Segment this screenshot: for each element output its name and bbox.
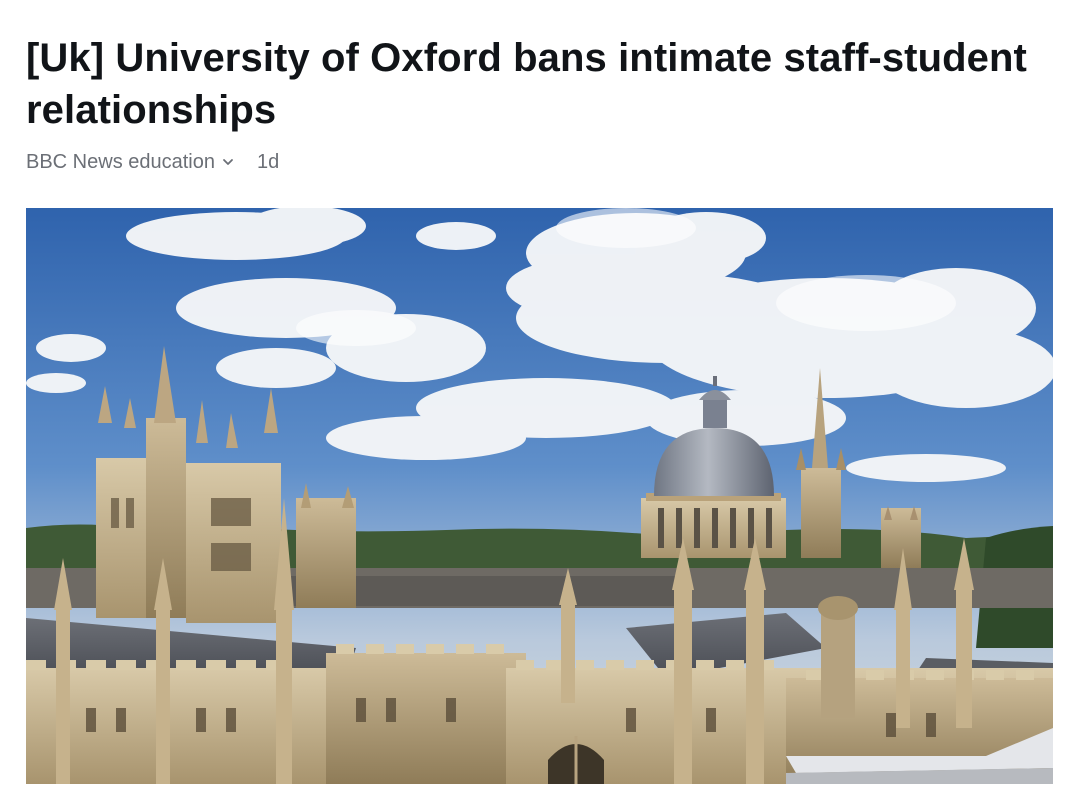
post-age: 1d xyxy=(256,150,280,173)
source-name: BBC News education xyxy=(26,150,215,173)
article-meta: BBC News education 1d xyxy=(26,149,279,175)
article-title: [Uk] University of Oxford bans intimate … xyxy=(26,36,1027,132)
chevron-down-icon xyxy=(221,155,235,169)
article-hero-image[interactable] xyxy=(26,208,1053,784)
source-selector[interactable]: BBC News education xyxy=(26,151,235,174)
oxford-skyline-photo xyxy=(26,208,1053,784)
